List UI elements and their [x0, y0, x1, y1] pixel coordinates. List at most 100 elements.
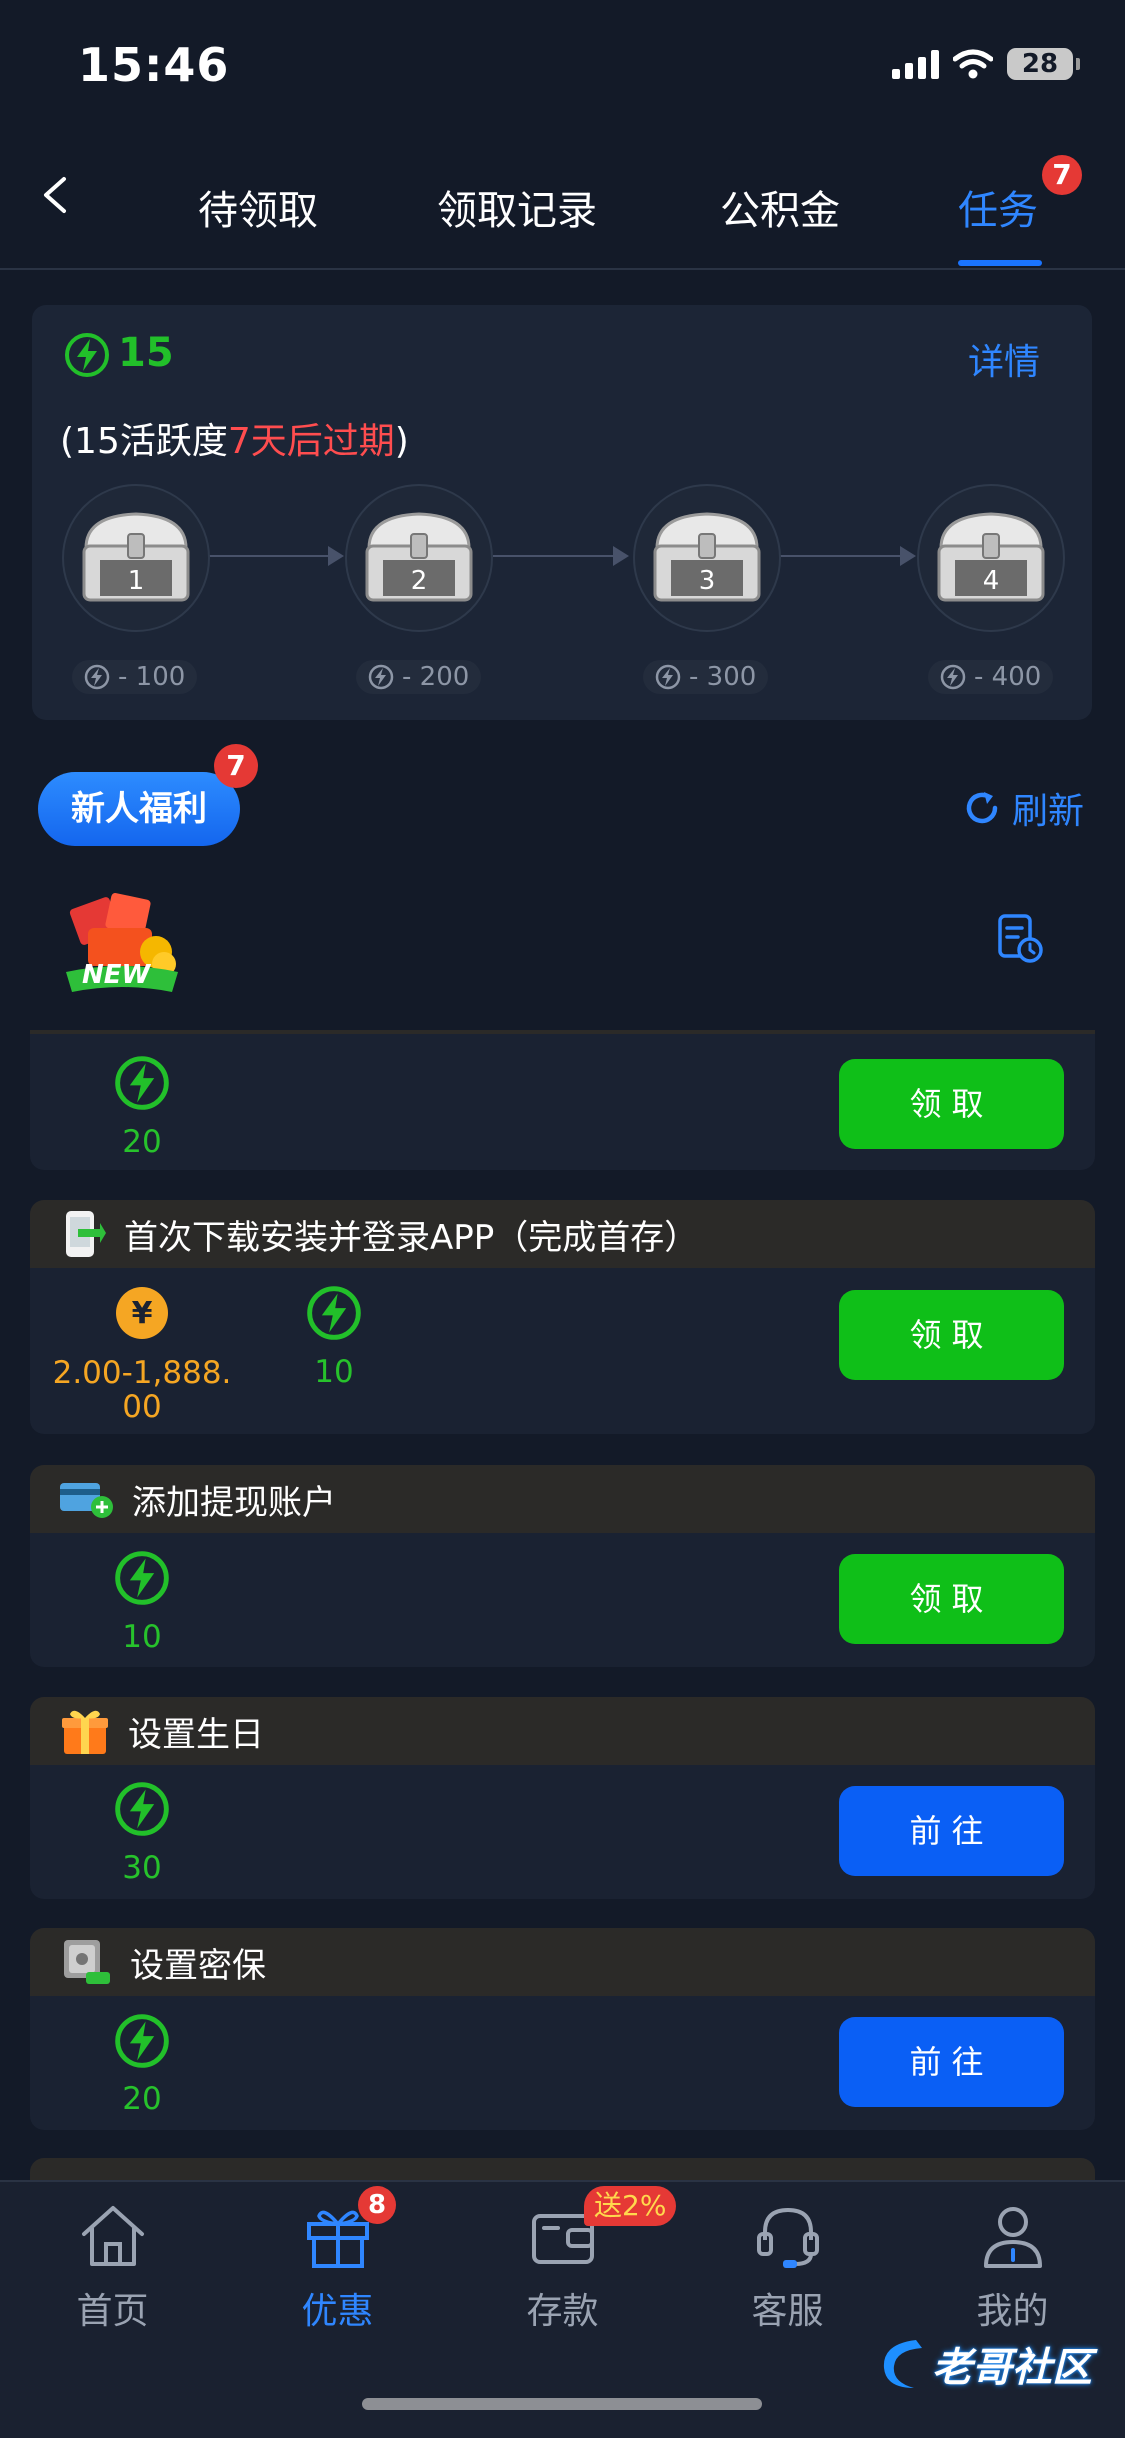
chest-cost-1: - 100: [72, 660, 198, 694]
tab-tasks[interactable]: 任务: [958, 178, 1038, 236]
energy-reward: 30: [122, 1850, 162, 1886]
progress-connector: [493, 555, 623, 557]
chest-number: 4: [982, 566, 1000, 596]
expiry-text: (15活跃度7天后过期): [60, 412, 409, 464]
treasure-chest-icon: [82, 512, 190, 602]
chest-cost-text: - 300: [689, 662, 757, 692]
energy-icon: [940, 664, 966, 690]
chest-cost-3: - 300: [643, 660, 769, 694]
task-header: 添加提现账户: [30, 1465, 1095, 1533]
progress-connector: [780, 555, 910, 557]
refresh-button[interactable]: 刷新: [962, 782, 1084, 834]
nav-label: 我的: [976, 2291, 1049, 2332]
claim-button[interactable]: 领取: [839, 1554, 1064, 1644]
task-title: 添加提现账户: [132, 1482, 336, 1523]
chest-2[interactable]: 2: [345, 484, 493, 632]
chest-number: 1: [127, 566, 145, 596]
task-title: 首次下载安装并登录APP（完成首存）: [124, 1217, 699, 1258]
task-header: 设置生日: [30, 1697, 1095, 1765]
tab-claim-records[interactable]: 领取记录: [437, 178, 597, 236]
watermark-text: 老哥社区: [932, 2345, 1092, 2391]
nav-label: 客服: [751, 2291, 824, 2332]
promotions-badge: 8: [358, 2186, 396, 2224]
energy-icon: [115, 1782, 169, 1836]
treasure-chest-icon: [365, 512, 473, 602]
card-add-icon: [60, 1483, 113, 1518]
status-indicators: 28: [892, 48, 1080, 80]
energy-icon: [115, 1551, 169, 1605]
treasure-chest-icon: [937, 512, 1045, 602]
chest-1[interactable]: 1: [62, 484, 210, 632]
expiry-suffix: ): [394, 421, 409, 462]
back-icon[interactable]: [36, 175, 76, 215]
arrow-icon: [613, 546, 629, 566]
dragon-logo-icon: [883, 2340, 922, 2388]
energy-reward: 20: [122, 2081, 162, 2117]
refresh-icon: [966, 792, 998, 824]
chest-cost-text: - 100: [118, 662, 186, 692]
tasks-badge: 7: [1042, 155, 1082, 195]
headset-icon: [757, 2207, 819, 2268]
arrow-icon: [900, 546, 916, 566]
chest-3[interactable]: 3: [633, 484, 781, 632]
svg-text:¥: ¥: [132, 1296, 153, 1331]
tab-pending[interactable]: 待领取: [198, 178, 318, 236]
gift-icon: [62, 1710, 108, 1754]
phone-download-icon: [66, 1211, 106, 1257]
nav-label: 存款: [526, 2291, 599, 2332]
chest-number: 2: [410, 566, 428, 596]
energy-reward: 20: [122, 1124, 162, 1160]
wifi-icon: [953, 49, 993, 79]
signal-icon: [892, 49, 939, 79]
chest-cost-text: - 200: [402, 662, 470, 692]
coin-icon: ¥: [116, 1287, 168, 1339]
energy-reward: 10: [122, 1619, 162, 1655]
tab-provident-fund[interactable]: 公积金: [720, 178, 840, 236]
deposit-bonus-badge: 送2%: [584, 2186, 677, 2226]
arrow-icon: [328, 546, 344, 566]
claim-button[interactable]: 领取: [839, 1059, 1064, 1149]
chest-cost-text: - 400: [974, 662, 1042, 692]
progress-connector: [208, 555, 338, 557]
chest-4[interactable]: 4: [917, 484, 1065, 632]
status-time: 15:46: [78, 38, 230, 92]
go-button[interactable]: 前往: [839, 1786, 1064, 1876]
newcomer-benefits-tag[interactable]: 新人福利: [38, 772, 240, 846]
refresh-label: 刷新: [1012, 791, 1085, 832]
active-tab-indicator: [958, 260, 1042, 266]
header-divider: [0, 268, 1125, 270]
energy-icon: [307, 1286, 361, 1340]
coin-reward: 2.00-1,888.00: [52, 1355, 232, 1425]
energy-reward: 10: [314, 1354, 354, 1390]
home-indicator: [362, 2398, 762, 2410]
detail-link[interactable]: 详情: [968, 333, 1040, 385]
chest-cost-4: - 400: [928, 660, 1054, 694]
energy-icon: [368, 664, 394, 690]
new-gift-illustration: NEW: [52, 888, 192, 998]
expiry-highlight: 7天后过期: [227, 421, 395, 462]
task-header: 首次下载安装并登录APP（完成首存）: [30, 1200, 1095, 1268]
safe-icon: [64, 1940, 110, 1984]
new-tag: NEW: [82, 960, 151, 990]
battery-indicator: 28: [1007, 48, 1080, 80]
activity-points: 15: [118, 330, 174, 376]
task-header: [30, 2158, 1095, 2180]
task-title: 设置生日: [128, 1714, 264, 1755]
expiry-prefix: (15活跃度: [60, 421, 228, 462]
section-badge: 7: [214, 744, 258, 788]
energy-icon: [115, 2014, 169, 2068]
user-icon: [984, 2207, 1042, 2268]
energy-icon: [115, 1056, 169, 1110]
task-header: 设置密保: [30, 1928, 1095, 1996]
energy-icon: [655, 664, 681, 690]
home-icon: [82, 2206, 144, 2266]
chest-cost-2: - 200: [356, 660, 482, 694]
history-document-icon[interactable]: [996, 912, 1044, 966]
chest-number: 3: [698, 566, 716, 596]
nav-label: 优惠: [301, 2291, 374, 2332]
task-title: 设置密保: [130, 1945, 266, 1986]
claim-button[interactable]: 领取: [839, 1290, 1064, 1380]
nav-label: 首页: [76, 2291, 149, 2332]
go-button[interactable]: 前往: [839, 2017, 1064, 2107]
energy-icon: [84, 664, 110, 690]
